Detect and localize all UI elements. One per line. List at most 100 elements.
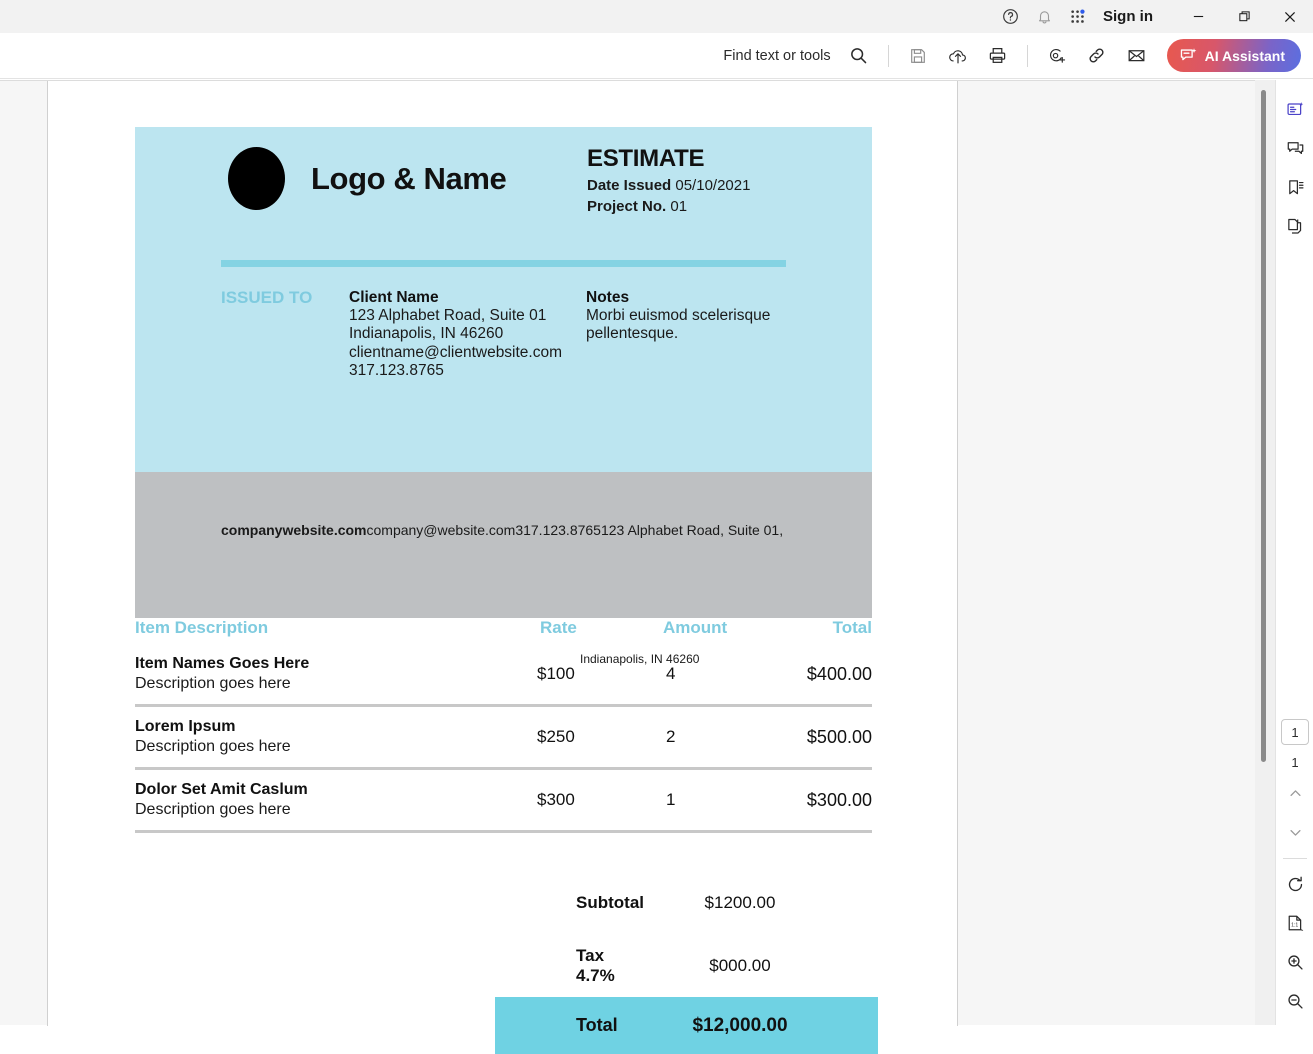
- client-title: Client Name: [349, 289, 439, 306]
- row-item-name: Item Names Goes Here: [135, 655, 310, 672]
- client-phone: 317.123.8765: [349, 362, 444, 380]
- restore-button[interactable]: [1221, 0, 1267, 33]
- notifications-bell-icon[interactable]: [1027, 0, 1061, 33]
- row-description-cell: Lorem Ipsum Description goes here: [135, 718, 535, 756]
- subtotal-row: Subtotal $1200.00: [495, 871, 1007, 934]
- rail-tools: [1276, 90, 1313, 246]
- date-issued-label: Date Issued: [587, 177, 672, 194]
- issued-to-label: ISSUED TO: [221, 288, 313, 307]
- logo-name: Logo & Name: [311, 160, 507, 196]
- row-amount: 2: [666, 727, 676, 746]
- table-row: Lorem Ipsum Description goes here $250 2…: [135, 707, 872, 770]
- close-button[interactable]: [1267, 0, 1313, 33]
- upload-cloud-icon[interactable]: [938, 36, 978, 76]
- toolbar-divider-2: [1026, 44, 1028, 67]
- row-description-cell: Item Names Goes Here Description goes he…: [135, 655, 535, 693]
- chevron-up-icon[interactable]: [1276, 774, 1313, 813]
- totals-section: Subtotal $1200.00 Tax 4.7% $000.00 Total…: [495, 871, 1007, 1054]
- sign-in-button[interactable]: Sign in: [1103, 8, 1153, 25]
- pdf-viewer[interactable]: Logo & Name ESTIMATE Date Issued 05/10/2…: [0, 80, 1275, 1054]
- bookmark-icon[interactable]: [1276, 168, 1313, 207]
- pdf-page: Logo & Name ESTIMATE Date Issued 05/10/2…: [47, 81, 958, 1054]
- row-amount: 1: [666, 790, 676, 809]
- search-icon[interactable]: [839, 36, 879, 76]
- items-table: Item Description Rate Amount Total Item …: [135, 618, 872, 833]
- table-row: Dolor Set Amit Caslum Description goes h…: [135, 770, 872, 833]
- title-bar: Sign in: [0, 0, 1313, 33]
- rotate-icon[interactable]: [1276, 865, 1313, 904]
- notes-title: Notes: [586, 289, 630, 306]
- email-icon[interactable]: [1117, 36, 1157, 76]
- project-no-value: 01: [670, 198, 688, 215]
- date-issued-line: Date Issued 05/10/2021: [587, 177, 750, 194]
- chevron-down-icon[interactable]: [1276, 813, 1313, 852]
- tax-value: $000.00: [709, 955, 771, 975]
- document-type: ESTIMATE: [587, 145, 705, 172]
- company-contact-rest: company@website.com317.123.8765123 Alpha…: [366, 522, 784, 538]
- row-item-description: Description goes here: [135, 738, 291, 755]
- notes-block: Notes Morbi euismod scelerisque pellente…: [586, 289, 816, 344]
- comment-icon[interactable]: [1276, 129, 1313, 168]
- client-address-1: 123 Alphabet Road, Suite 01: [349, 307, 547, 324]
- fill-and-sign-icon[interactable]: [1276, 90, 1313, 129]
- row-item-name: Lorem Ipsum: [135, 718, 236, 735]
- zoom-in-icon[interactable]: [1276, 943, 1313, 982]
- row-item-description: Description goes here: [135, 675, 291, 692]
- table-row: Item Names Goes Here Description goes he…: [135, 644, 872, 707]
- row-rate: $100: [537, 664, 575, 683]
- page-number-input[interactable]: 1: [1281, 719, 1309, 745]
- client-block: Client Name 123 Alphabet Road, Suite 01 …: [349, 289, 589, 381]
- link-icon[interactable]: [1077, 36, 1117, 76]
- help-icon[interactable]: [993, 0, 1027, 33]
- row-item-description: Description goes here: [135, 801, 291, 818]
- scrollbar-thumb[interactable]: [1261, 90, 1266, 762]
- ai-assistant-label: AI Assistant: [1204, 47, 1285, 64]
- header-item-description: Item Description: [135, 618, 269, 637]
- header-amount: Amount: [663, 618, 728, 637]
- document-meta: ESTIMATE Date Issued 05/10/2021 Project …: [587, 145, 750, 215]
- print-icon[interactable]: [978, 36, 1018, 76]
- subtotal-label: Subtotal: [576, 892, 644, 912]
- add-stamp-icon[interactable]: [1037, 36, 1077, 76]
- svg-text:1:1: 1:1: [1291, 923, 1298, 929]
- main-toolbar: Find text or tools AI Assistant: [0, 33, 1313, 79]
- logo-circle-icon: [228, 147, 285, 210]
- vertical-scrollbar[interactable]: [1255, 80, 1275, 1025]
- client-email: clientname@clientwebsite.com: [349, 343, 563, 361]
- apps-grid-icon[interactable]: [1061, 0, 1095, 33]
- tax-label: Tax 4.7%: [576, 945, 615, 985]
- company-band: companywebsite.comcompany@website.com317…: [135, 472, 872, 618]
- project-no-line: Project No. 01: [587, 198, 750, 215]
- overlapping-address-artifact: Indianapolis, IN 46260: [580, 652, 700, 666]
- project-no-label: Project No.: [587, 198, 667, 215]
- fit-page-icon[interactable]: 1:1: [1276, 904, 1313, 943]
- document-hero: Logo & Name ESTIMATE Date Issued 05/10/2…: [135, 127, 872, 472]
- subtotal-value: $1200.00: [704, 892, 776, 912]
- zoom-out-icon[interactable]: [1276, 982, 1313, 1021]
- company-website: companywebsite.com: [221, 522, 367, 538]
- ai-assistant-button[interactable]: AI Assistant: [1166, 39, 1301, 72]
- save-icon[interactable]: [898, 36, 938, 76]
- page-count-label: 1: [1291, 755, 1299, 770]
- rail-page-controls: 1 1 1:1: [1276, 719, 1313, 1021]
- toolbar-divider-1: [887, 44, 889, 67]
- logo-row: Logo & Name: [228, 147, 507, 210]
- table-header-row: Item Description Rate Amount Total: [135, 618, 872, 644]
- right-rail: 1 1 1:1: [1275, 80, 1313, 1025]
- row-rate: $250: [537, 727, 575, 746]
- header-rate: Rate: [540, 618, 577, 637]
- pages-copy-icon[interactable]: [1276, 207, 1313, 246]
- row-total: $300.00: [806, 789, 872, 810]
- notes-text: Morbi euismod scelerisque pellentesque.: [586, 307, 771, 343]
- row-total: $400.00: [806, 663, 872, 684]
- company-footer-line: companywebsite.comcompany@website.com317…: [221, 522, 783, 538]
- row-item-name: Dolor Set Amit Caslum: [135, 781, 308, 798]
- total-value: $12,000.00: [692, 1014, 788, 1036]
- client-address-2: Indianapolis, IN 46260: [349, 325, 504, 343]
- header-total: Total: [832, 618, 872, 637]
- row-total: $500.00: [806, 726, 872, 747]
- minimize-button[interactable]: [1175, 0, 1221, 33]
- row-rate: $300: [537, 790, 575, 809]
- rail-divider: [1283, 858, 1307, 859]
- total-label: Total: [576, 1015, 618, 1035]
